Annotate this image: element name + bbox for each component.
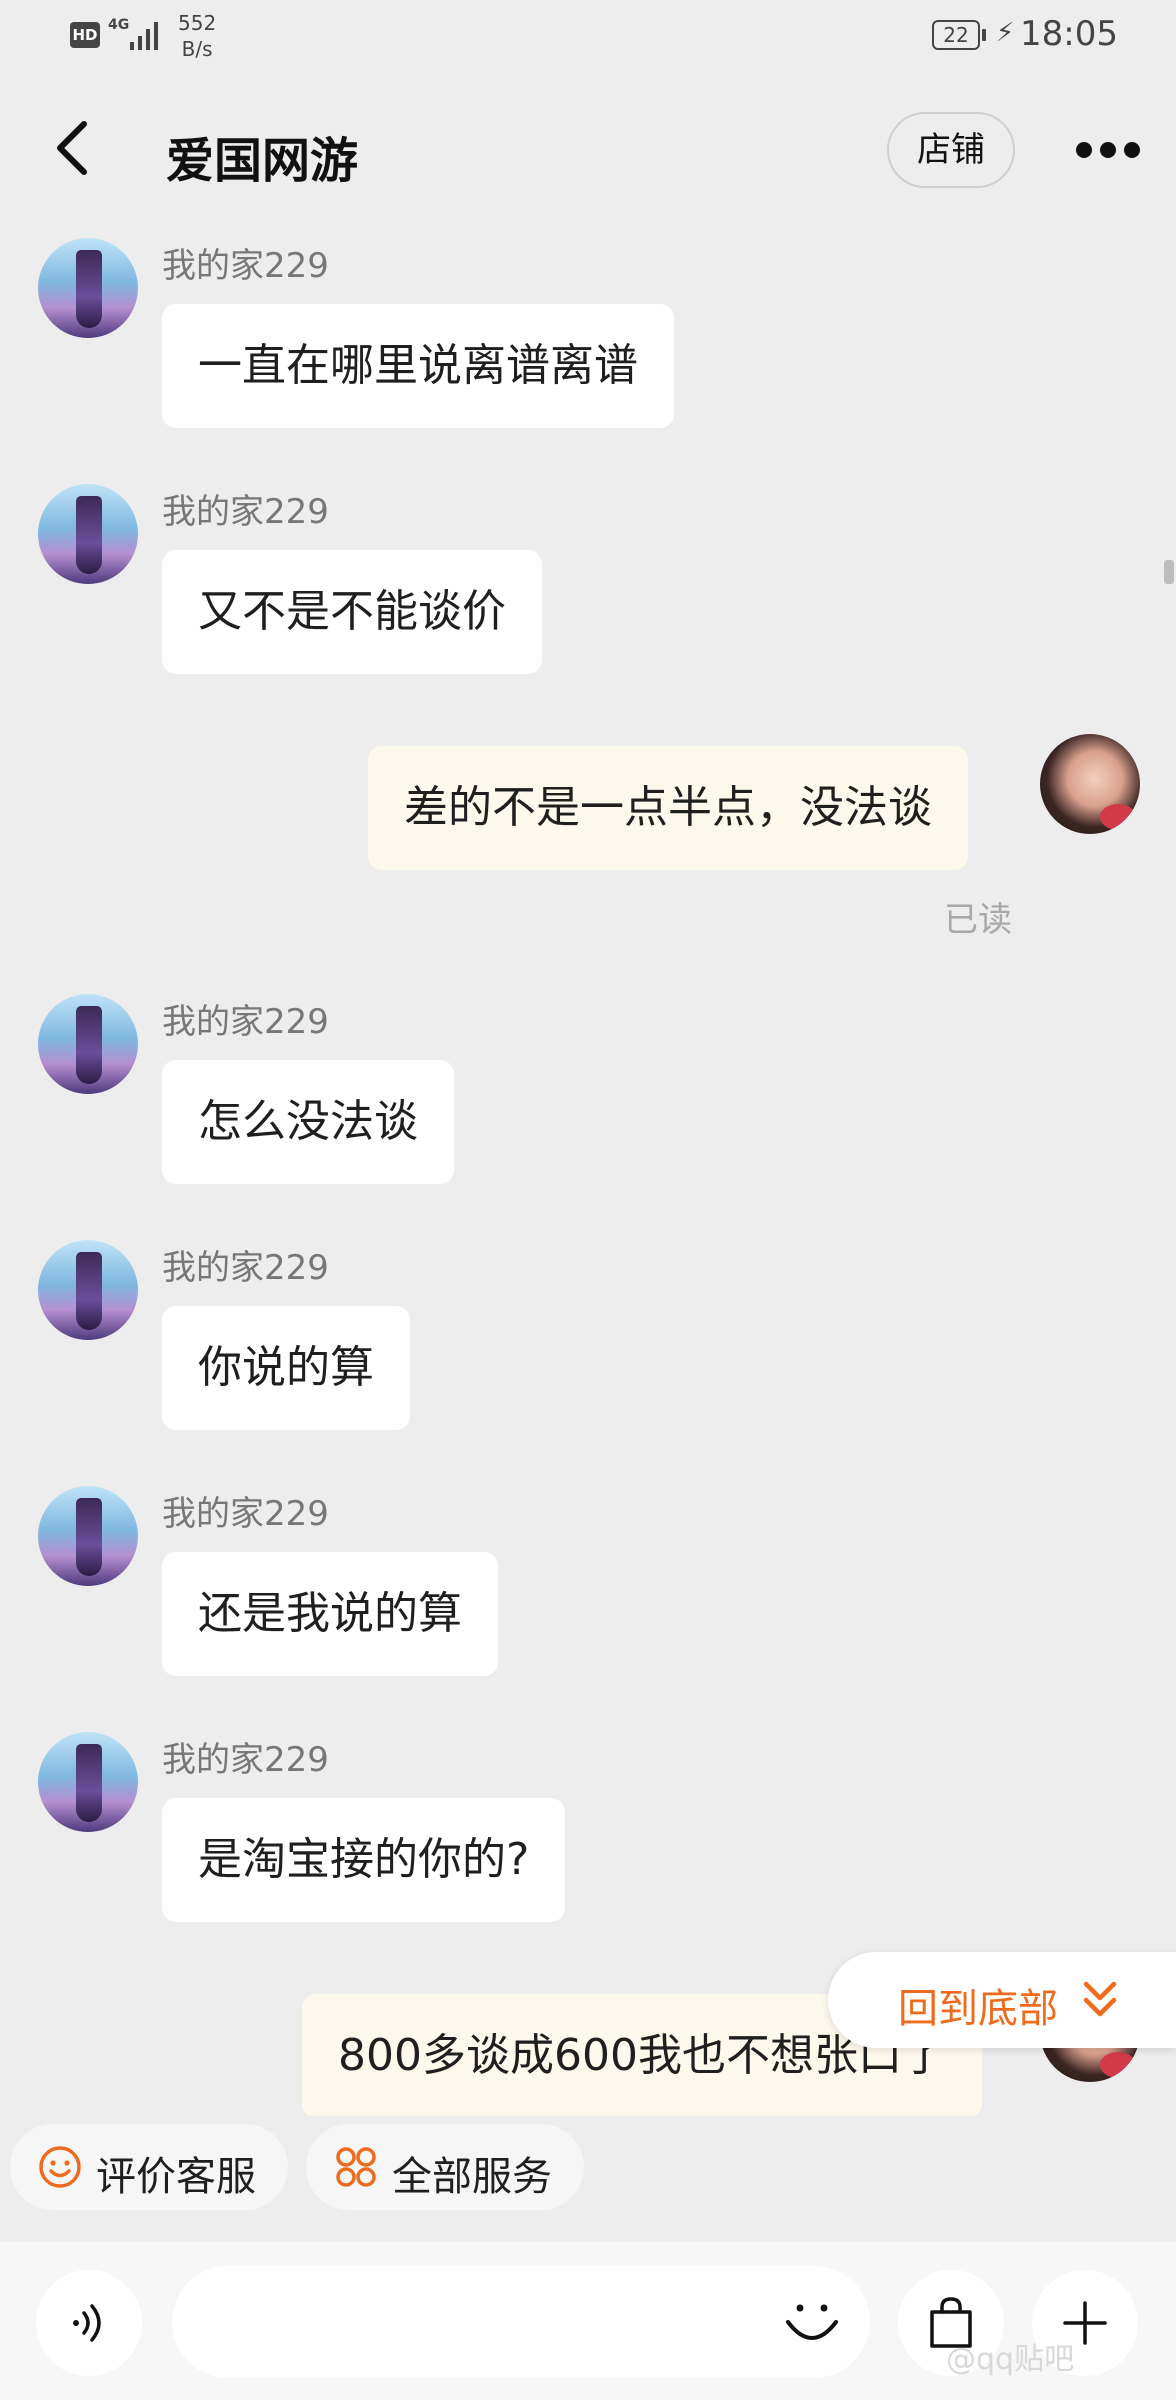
battery-tip <box>982 29 986 41</box>
status-bar: HD 4G 552 B/s 22 ⚡ 18:05 <box>0 0 1176 76</box>
contact-avatar[interactable] <box>38 238 138 338</box>
signal-icon <box>130 22 158 50</box>
contact-avatar[interactable] <box>38 1486 138 1586</box>
clock: 18:05 <box>1020 14 1118 54</box>
chat-header: 爱国网游 店铺 <box>0 76 1176 226</box>
battery-icon: 22 <box>932 20 980 50</box>
network-speed: 552 B/s <box>178 11 217 61</box>
network-type: 4G <box>108 17 130 33</box>
contact-avatar[interactable] <box>38 994 138 1094</box>
my-avatar[interactable] <box>1040 734 1140 834</box>
grid-services-icon <box>336 2147 376 2187</box>
sender-name: 我的家229 <box>162 1248 329 1288</box>
double-chevron-down-icon <box>1083 1981 1117 2017</box>
emoji-icon[interactable] <box>782 2298 842 2348</box>
contact-avatar[interactable] <box>38 1732 138 1832</box>
message-bubble-incoming[interactable]: 怎么没法谈 <box>162 1060 454 1184</box>
back-arrow-icon[interactable] <box>50 118 100 178</box>
message-bubble-incoming[interactable]: 你说的算 <box>162 1306 410 1430</box>
store-button[interactable]: 店铺 <box>887 112 1015 188</box>
chat-title: 爱国网游 <box>166 133 359 189</box>
message-input[interactable] <box>172 2266 870 2378</box>
contact-avatar[interactable] <box>38 484 138 584</box>
rate-service-chip[interactable]: 评价客服 <box>10 2124 288 2210</box>
read-receipt: 已读 <box>944 900 1012 940</box>
contact-avatar[interactable] <box>38 1240 138 1340</box>
message-bubble-incoming[interactable]: 是淘宝接的你的? <box>162 1798 566 1922</box>
more-options-icon[interactable] <box>1072 142 1142 162</box>
voice-icon <box>73 2304 101 2342</box>
message-bubble-incoming[interactable]: 还是我说的算 <box>162 1552 498 1676</box>
message-bubble-incoming[interactable]: 一直在哪里说离谱离谱 <box>162 304 674 428</box>
back-to-bottom-label: 回到底部 <box>898 1986 1058 2032</box>
sender-name: 我的家229 <box>162 492 329 532</box>
all-services-chip[interactable]: 全部服务 <box>306 2124 584 2210</box>
voice-button[interactable] <box>36 2270 142 2376</box>
watermark: @qq贴吧 <box>946 2342 1075 2377</box>
back-to-bottom-button[interactable]: 回到底部 <box>828 1952 1176 2048</box>
smiley-icon <box>39 2146 81 2188</box>
chip-label: 评价客服 <box>96 2154 256 2200</box>
message-bubble-outgoing[interactable]: 差的不是一点半点，没法谈 <box>368 746 968 870</box>
sender-name: 我的家229 <box>162 1002 329 1042</box>
charging-icon: ⚡ <box>996 18 1015 48</box>
scroll-indicator[interactable] <box>1164 560 1174 584</box>
chip-label: 全部服务 <box>392 2154 552 2200</box>
hd-indicator: HD <box>70 22 100 48</box>
sender-name: 我的家229 <box>162 1494 329 1534</box>
sender-name: 我的家229 <box>162 1740 329 1780</box>
sender-name: 我的家229 <box>162 246 329 286</box>
message-bubble-incoming[interactable]: 又不是不能谈价 <box>162 550 542 674</box>
